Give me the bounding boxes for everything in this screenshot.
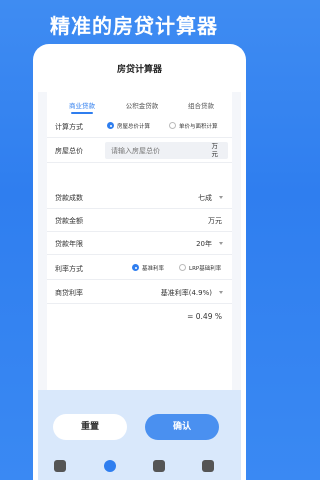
loan-years-value[interactable]: 20年: [196, 239, 212, 249]
calc-method-label: 计算方式: [55, 123, 83, 131]
loan-ratio-row[interactable]: 贷款成数 七成: [47, 187, 232, 209]
calculator-form: 商业贷款 公积金贷款 组合贷款 计算方式 房屋总价计算 单价与面积计算 房屋总价…: [47, 92, 232, 390]
loan-ratio-label: 贷款成数: [55, 194, 83, 202]
promo-title: 精准的房贷计算器: [50, 14, 218, 38]
active-tab-indicator: [71, 112, 93, 114]
camera-icon[interactable]: [54, 460, 66, 472]
loan-years-label: 贷款年限: [55, 240, 83, 248]
profile-icon[interactable]: [202, 460, 214, 472]
radio-unit-price-area-label[interactable]: 单价与面积计算: [179, 122, 218, 130]
commercial-rate-label: 商贷利率: [55, 289, 83, 297]
phone-frame: 房贷计算器 商业贷款 公积金贷款 组合贷款 计算方式 房屋总价计算 单价与面积计…: [33, 44, 246, 480]
calculator-card: 商业贷款 公积金贷款 组合贷款 计算方式 房屋总价计算 单价与面积计算 房屋总价…: [38, 92, 241, 390]
house-price-unit: 万元: [211, 142, 219, 158]
radio-base-rate[interactable]: [132, 264, 139, 271]
commercial-rate-value[interactable]: 基准利率(4.9%): [161, 288, 212, 298]
radio-total-price[interactable]: [107, 122, 114, 129]
radio-base-rate-label[interactable]: 基准利率: [142, 264, 164, 272]
bottom-tabbar: [0, 454, 268, 480]
commercial-rate-dropdown-icon[interactable]: [219, 291, 223, 294]
tab-commercial-loan[interactable]: 商业贷款: [65, 100, 99, 110]
screen-title: 房贷计算器: [116, 65, 162, 75]
rate-method-row: 利率方式 基准利率 LRP基础利率: [47, 258, 232, 280]
tab-provident-fund-loan[interactable]: 公积金贷款: [122, 100, 162, 110]
rate-method-label: 利率方式: [55, 265, 83, 273]
radio-unit-price-area[interactable]: [169, 122, 176, 129]
loan-ratio-value[interactable]: 七成: [198, 193, 212, 203]
loan-type-tabs: 商业贷款 公积金贷款 组合贷款: [47, 92, 232, 118]
calc-method-row: 计算方式 房屋总价计算 单价与面积计算: [47, 116, 232, 138]
tab-combined-loan[interactable]: 组合贷款: [184, 100, 218, 110]
confirm-button[interactable]: 确认: [145, 414, 219, 440]
rate-result-row: = 0.49 %: [47, 306, 232, 328]
radio-total-price-label[interactable]: 房屋总价计算: [117, 122, 150, 130]
loan-ratio-dropdown-icon[interactable]: [219, 196, 223, 199]
chat-icon[interactable]: [153, 460, 165, 472]
radio-lpr-rate-label[interactable]: LRP基础利率: [189, 264, 221, 272]
loan-years-row[interactable]: 贷款年限 20年: [47, 233, 232, 255]
loan-amount-row: 贷款金额 万元: [47, 210, 232, 232]
radio-lpr-rate[interactable]: [179, 264, 186, 271]
house-price-label: 房屋总价: [55, 147, 83, 155]
reset-button[interactable]: 重置: [53, 414, 127, 440]
loan-years-dropdown-icon[interactable]: [219, 242, 223, 245]
calculator-icon[interactable]: [104, 460, 116, 472]
loan-amount-unit: 万元: [208, 217, 222, 225]
rate-result-value: = 0.49 %: [187, 312, 222, 321]
commercial-rate-row[interactable]: 商贷利率 基准利率(4.9%): [47, 282, 232, 304]
house-price-row: 房屋总价 万元: [47, 139, 232, 163]
loan-amount-label: 贷款金额: [55, 217, 83, 225]
